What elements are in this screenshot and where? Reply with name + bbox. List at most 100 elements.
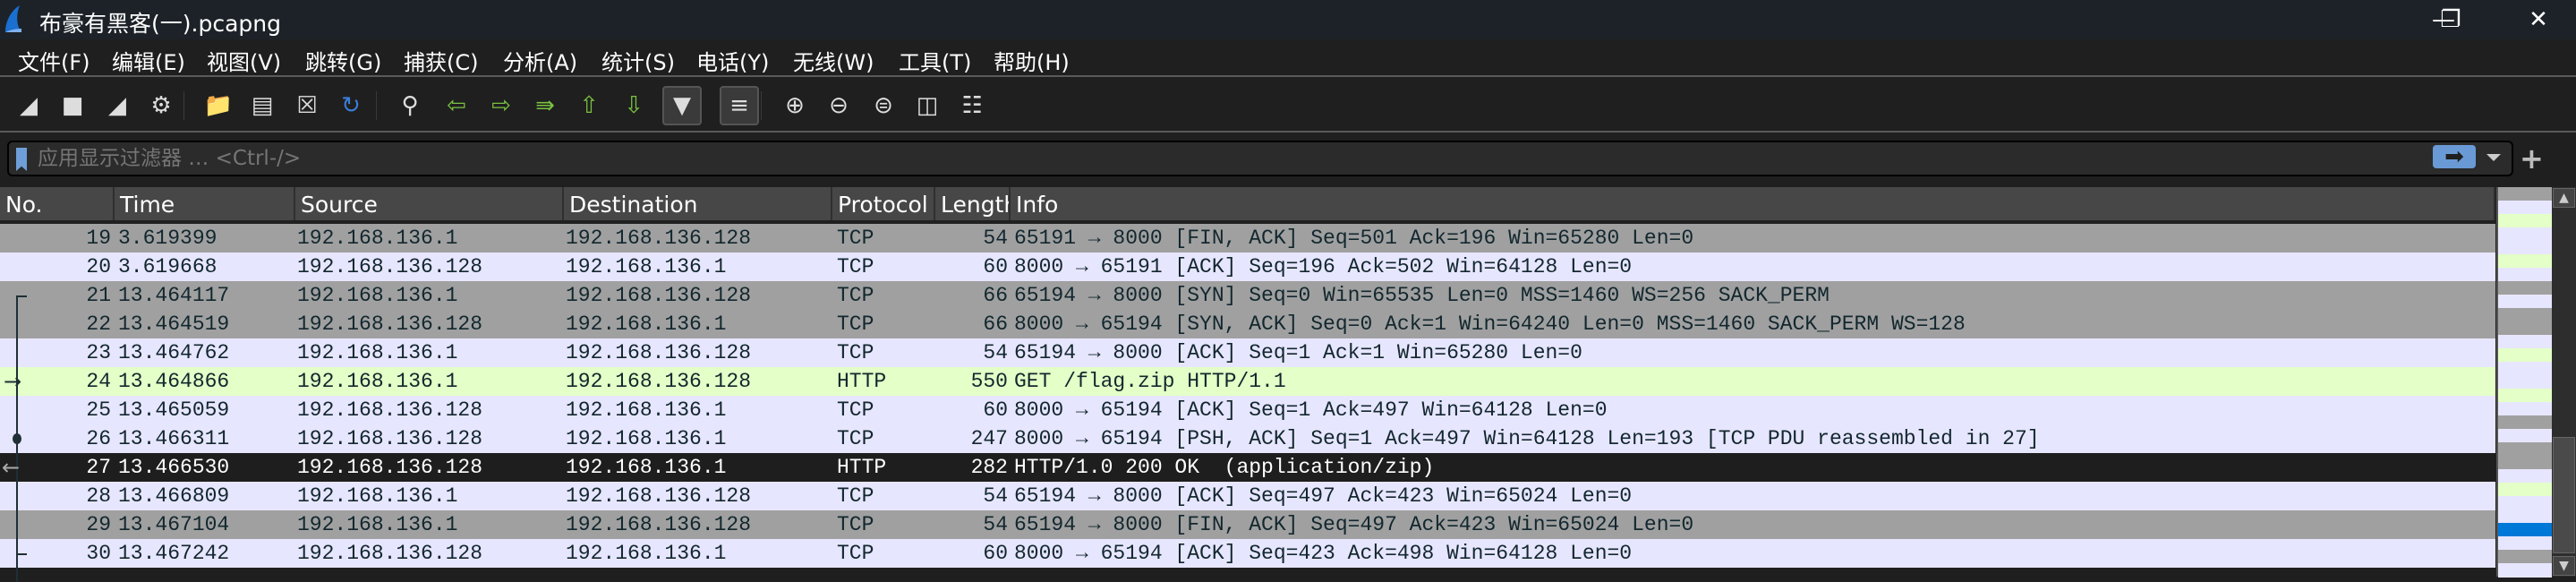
minimap-stripe xyxy=(2498,456,2552,470)
autoscroll-button[interactable]: ▼ xyxy=(662,86,702,125)
menu-item-5[interactable]: 分析(A) xyxy=(503,45,577,76)
packet-info: 8000 → 65194 [ACK] Seq=1 Ack=497 Win=641… xyxy=(1014,398,1608,422)
menu-item-9[interactable]: 工具(T) xyxy=(899,45,971,76)
menu-item-7[interactable]: 电话(Y) xyxy=(696,45,769,76)
menu-item-6[interactable]: 统计(S) xyxy=(601,45,675,76)
colorize-icon: ≡ xyxy=(729,92,749,119)
packet-src: 192.168.136.1 xyxy=(297,370,458,393)
minimap-stripe xyxy=(2498,214,2552,228)
packet-no: 22 xyxy=(86,312,111,336)
filter-bookmark-icon[interactable] xyxy=(16,148,27,171)
scroll-down-button[interactable]: ▼ xyxy=(2553,556,2575,576)
toolbar-separator xyxy=(376,91,377,120)
find-packet-button[interactable]: ⚲ xyxy=(394,90,426,122)
minimap-stripe xyxy=(2498,483,2552,497)
packet-row[interactable]: 21 13.464117 192.168.136.1 192.168.136.128 T… xyxy=(0,281,2495,310)
add-filter-button[interactable]: + xyxy=(2520,141,2544,175)
packet-row[interactable]: 26 13.466311 192.168.136.128 192.168.136.1 T… xyxy=(0,424,2495,453)
packet-len: 60 xyxy=(983,542,1008,565)
restart-capture-button[interactable]: ◢ xyxy=(101,90,133,122)
packet-time: 13.465059 xyxy=(118,398,230,422)
go-forward-button[interactable]: ⇨ xyxy=(485,90,517,122)
reload-file-button[interactable]: ↻ xyxy=(335,90,367,122)
close-button[interactable]: ✕ xyxy=(2512,4,2565,36)
go-to-packet-button[interactable]: ⇛ xyxy=(529,90,561,122)
minimap-stripe xyxy=(2498,254,2552,269)
column-header-no[interactable]: No. xyxy=(0,187,115,220)
display-filter-input[interactable] xyxy=(38,144,2365,173)
packet-info: 65191 → 8000 [FIN, ACK] Seq=501 Ack=196 … xyxy=(1014,227,1694,250)
packet-row[interactable]: 19 3.619399 192.168.136.1 192.168.136.128 TC… xyxy=(0,224,2495,252)
go-to-packet-icon: ⇛ xyxy=(535,92,555,119)
menu-item-8[interactable]: 无线(W) xyxy=(793,45,874,76)
packet-src: 192.168.136.1 xyxy=(297,227,458,250)
filter-dropdown-icon[interactable] xyxy=(2486,154,2501,161)
packet-no: 24 xyxy=(86,370,111,393)
response-arrow-icon: ← xyxy=(2,455,21,480)
save-file-button[interactable]: ▤ xyxy=(246,90,278,122)
packet-row[interactable]: 27 13.466530 192.168.136.128 192.168.136.1 H… xyxy=(0,453,2495,482)
restore-button[interactable]: ❐ xyxy=(2433,4,2469,36)
packet-src: 192.168.136.1 xyxy=(297,513,458,536)
close-file-button[interactable]: ☒ xyxy=(291,90,323,122)
packet-proto: HTTP xyxy=(837,456,887,479)
go-last-button[interactable]: ⇩ xyxy=(618,90,650,122)
zoom-out-button[interactable]: ⊖ xyxy=(823,90,855,122)
packet-row[interactable]: 24 13.464866 192.168.136.1 192.168.136.128 H… xyxy=(0,367,2495,396)
packet-minimap[interactable] xyxy=(2496,187,2552,578)
zoom-in-button[interactable]: ⊕ xyxy=(779,90,811,122)
packet-time: 13.466809 xyxy=(118,484,230,508)
column-header-length[interactable]: Length xyxy=(935,187,1011,220)
normal-size-button[interactable]: ⊜ xyxy=(867,90,900,122)
go-back-button[interactable]: ⇦ xyxy=(440,90,473,122)
stop-capture-button[interactable]: ■ xyxy=(56,90,89,122)
menu-item-3[interactable]: 跳转(G) xyxy=(305,45,381,76)
open-file-button[interactable]: 📁 xyxy=(202,90,235,122)
packet-no: 26 xyxy=(86,427,111,450)
packet-row[interactable]: 23 13.464762 192.168.136.1 192.168.136.128 T… xyxy=(0,338,2495,367)
packet-len: 60 xyxy=(983,398,1008,422)
packet-row[interactable]: 30 13.467242 192.168.136.128 192.168.136.1 T… xyxy=(0,539,2495,568)
column-header-destination[interactable]: Destination xyxy=(564,187,832,220)
conversation-bracket-top xyxy=(16,295,27,297)
menu-item-10[interactable]: 帮助(H) xyxy=(994,45,1070,76)
column-header-time[interactable]: Time xyxy=(115,187,295,220)
packet-src: 192.168.136.128 xyxy=(297,255,483,278)
minimap-stripe xyxy=(2498,335,2552,349)
menu-item-1[interactable]: 编辑(E) xyxy=(112,45,185,76)
packet-proto: TCP xyxy=(837,312,874,336)
menu-item-0[interactable]: 文件(F) xyxy=(18,45,90,76)
resize-columns-button[interactable]: ◫ xyxy=(911,90,943,122)
layout-button[interactable]: ☷ xyxy=(956,90,988,122)
column-header-protocol[interactable]: Protocol xyxy=(832,187,935,220)
scrollbar-thumb[interactable] xyxy=(2553,437,2575,553)
packet-row[interactable]: 28 13.466809 192.168.136.1 192.168.136.128 T… xyxy=(0,482,2495,510)
scroll-up-button[interactable]: ▲ xyxy=(2553,188,2575,208)
packet-row[interactable]: 25 13.465059 192.168.136.128 192.168.136.1 T… xyxy=(0,396,2495,424)
packet-row[interactable]: 22 13.464519 192.168.136.128 192.168.136.1 T… xyxy=(0,310,2495,338)
packet-proto: TCP xyxy=(837,542,874,565)
packet-no: 30 xyxy=(86,542,111,565)
column-header-info[interactable]: Info xyxy=(1011,187,2495,220)
packet-row[interactable]: 20 3.619668 192.168.136.128 192.168.136.1 TC… xyxy=(0,252,2495,281)
vertical-scrollbar[interactable]: ▲ ▼ xyxy=(2552,187,2576,577)
capture-options-button[interactable]: ⚙ xyxy=(145,90,177,122)
go-first-button[interactable]: ⇧ xyxy=(573,90,605,122)
minimap-stripe xyxy=(2498,201,2552,215)
packet-no: 25 xyxy=(86,398,111,422)
column-header-source[interactable]: Source xyxy=(295,187,564,220)
reload-file-icon: ↻ xyxy=(341,92,361,119)
menu-item-2[interactable]: 视图(V) xyxy=(207,45,281,76)
packet-list: No. Time Source Destination Protocol Length In… xyxy=(0,187,2495,582)
packet-info: GET /flag.zip HTTP/1.1 xyxy=(1014,370,1286,393)
packet-time: 13.466311 xyxy=(118,427,230,450)
apply-filter-button[interactable]: ➡ xyxy=(2433,143,2476,170)
start-capture-button[interactable]: ◢ xyxy=(13,90,45,122)
menu-item-4[interactable]: 捕获(C) xyxy=(404,45,478,76)
colorize-button[interactable]: ≡ xyxy=(720,86,759,125)
packet-dst: 192.168.136.128 xyxy=(566,227,752,250)
packet-src: 192.168.136.128 xyxy=(297,542,483,565)
packet-row[interactable]: 29 13.467104 192.168.136.1 192.168.136.128 T… xyxy=(0,510,2495,539)
packet-proto: TCP xyxy=(837,398,874,422)
stop-capture-icon: ■ xyxy=(61,92,84,119)
